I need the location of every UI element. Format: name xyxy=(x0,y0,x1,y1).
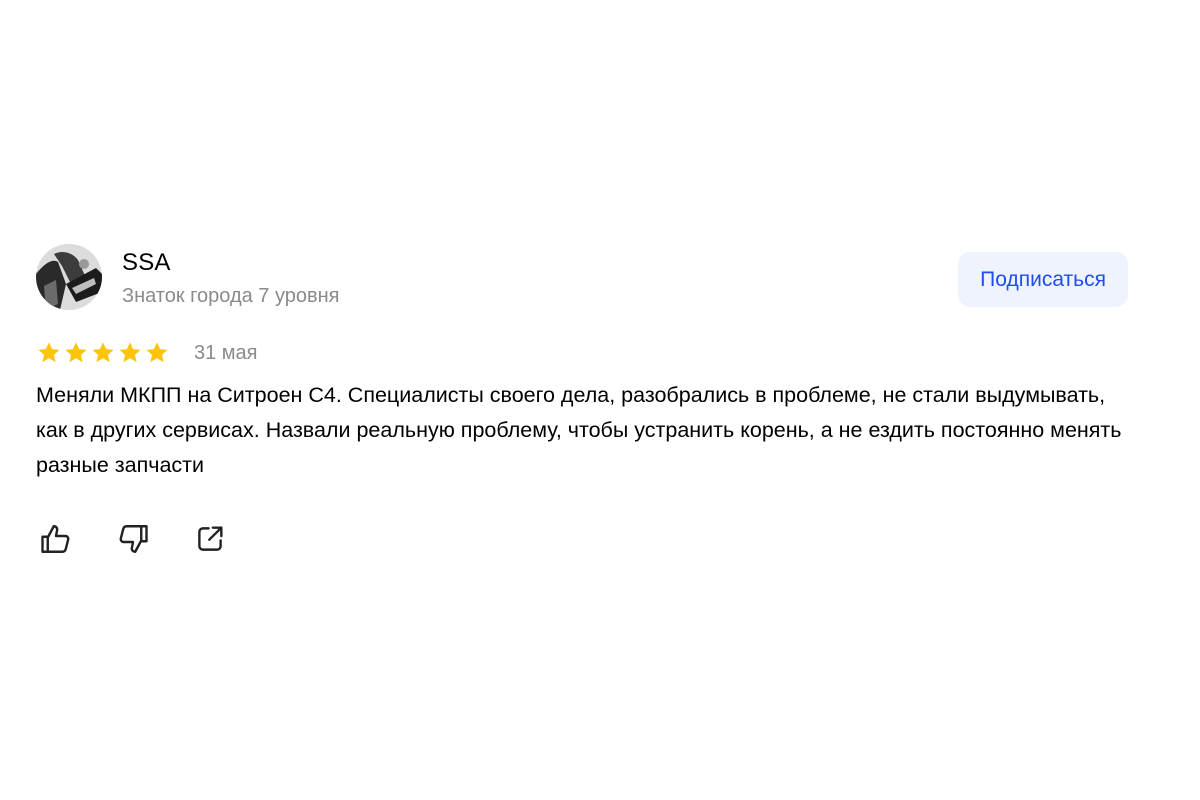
avatar-photo xyxy=(36,244,102,310)
thumbs-up-icon xyxy=(41,525,70,553)
star-icon xyxy=(119,342,141,363)
review-header: SSA Знаток города 7 уровня Подписаться xyxy=(36,244,1130,312)
author-avatar[interactable] xyxy=(36,244,102,310)
review-date: 31 мая xyxy=(194,341,258,364)
review-text: Меняли МКПП на Ситроен С4. Специалисты с… xyxy=(36,383,1122,477)
dislike-button[interactable] xyxy=(113,519,153,559)
like-button[interactable] xyxy=(36,519,76,559)
star-icon xyxy=(92,342,114,363)
thumbs-down-icon xyxy=(119,525,148,553)
review-actions xyxy=(36,519,1130,559)
author-name[interactable]: SSA xyxy=(122,248,171,278)
share-button[interactable] xyxy=(190,519,230,559)
star-icon xyxy=(146,342,168,363)
star-icon xyxy=(38,342,60,363)
star-icon xyxy=(65,342,87,363)
author-level: Знаток города 7 уровня xyxy=(122,285,340,307)
review-card: SSA Знаток города 7 уровня Подписаться 3… xyxy=(36,244,1130,559)
review-meta: 31 мая xyxy=(36,338,1130,368)
subscribe-button[interactable]: Подписаться xyxy=(958,252,1128,307)
share-icon xyxy=(198,526,223,551)
rating-stars xyxy=(36,340,170,366)
